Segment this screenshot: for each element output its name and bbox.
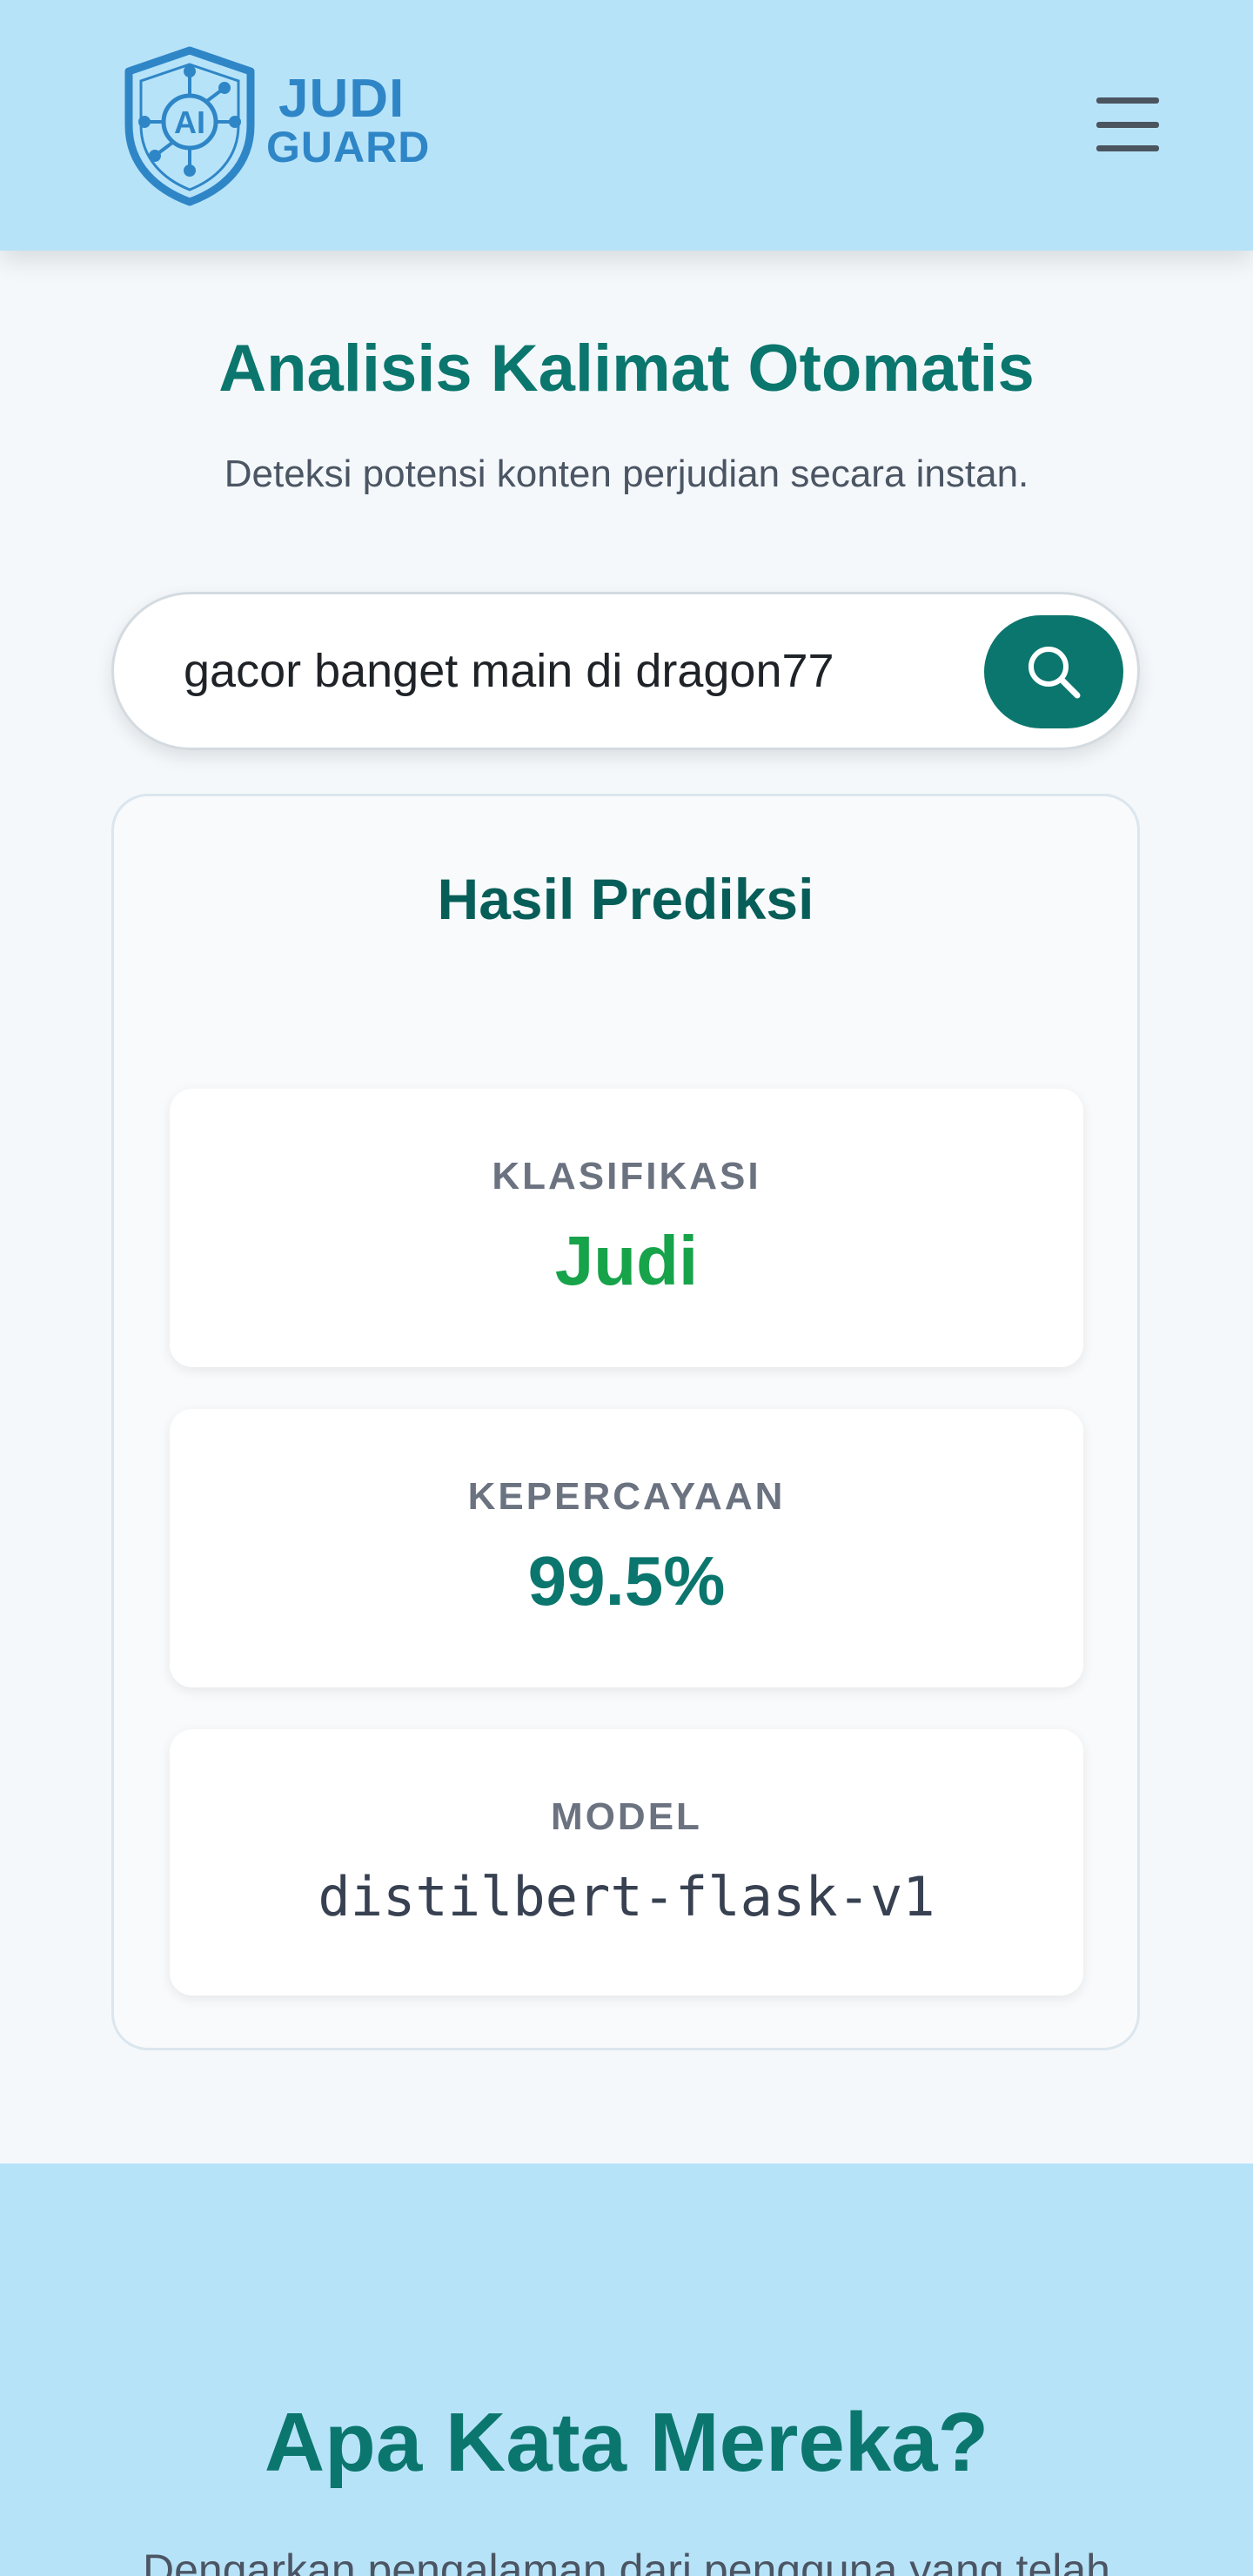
testimonials-subtitle: Dengarkan pengalaman dari pengguna yang … [143,2546,1110,2576]
prediction-result-card: Hasil Prediksi KLASIFIKASI Judi KEPERCAY… [111,794,1140,2050]
classification-box: KLASIFIKASI Judi [170,1089,1083,1367]
top-header: AI JUDI GUARD [0,0,1253,251]
logo-badge-text: AI [174,104,205,140]
page-title: Analisis Kalimat Otomatis [218,332,1035,406]
analyze-search-button[interactable] [984,615,1123,728]
classification-label: KLASIFIKASI [492,1155,761,1197]
confidence-label: KEPERCAYAAN [467,1475,786,1518]
testimonials-section: Apa Kata Mereka? Dengarkan pengalaman da… [0,2163,1253,2576]
model-box: MODEL distilbert-flask-v1 [170,1729,1083,1996]
search-icon [1029,647,1081,699]
classification-value: Judi [554,1222,699,1299]
sentence-input[interactable] [184,594,915,748]
page-subtitle: Deteksi potensi konten perjudian secara … [224,453,1029,495]
sentence-search-bar [111,592,1140,750]
logo-text-judi: JUDI [278,69,405,129]
ai-shield-icon: AI [124,46,255,206]
result-title: Hasil Prediksi [437,867,814,931]
menu-bar-bottom [1096,145,1159,151]
logo-text-guard: GUARD [266,123,431,171]
testimonials-title: Apa Kata Mereka? [264,2396,989,2489]
confidence-box: KEPERCAYAAN 99.5% [170,1409,1083,1687]
judiguard-logo[interactable]: AI JUDI GUARD [120,45,451,207]
menu-bar-top [1096,97,1159,104]
menu-bar-middle [1096,121,1159,128]
model-label: MODEL [551,1795,702,1838]
hamburger-menu-icon[interactable] [1093,91,1163,158]
model-value: distilbert-flask-v1 [318,1865,935,1929]
confidence-value: 99.5% [527,1542,726,1620]
